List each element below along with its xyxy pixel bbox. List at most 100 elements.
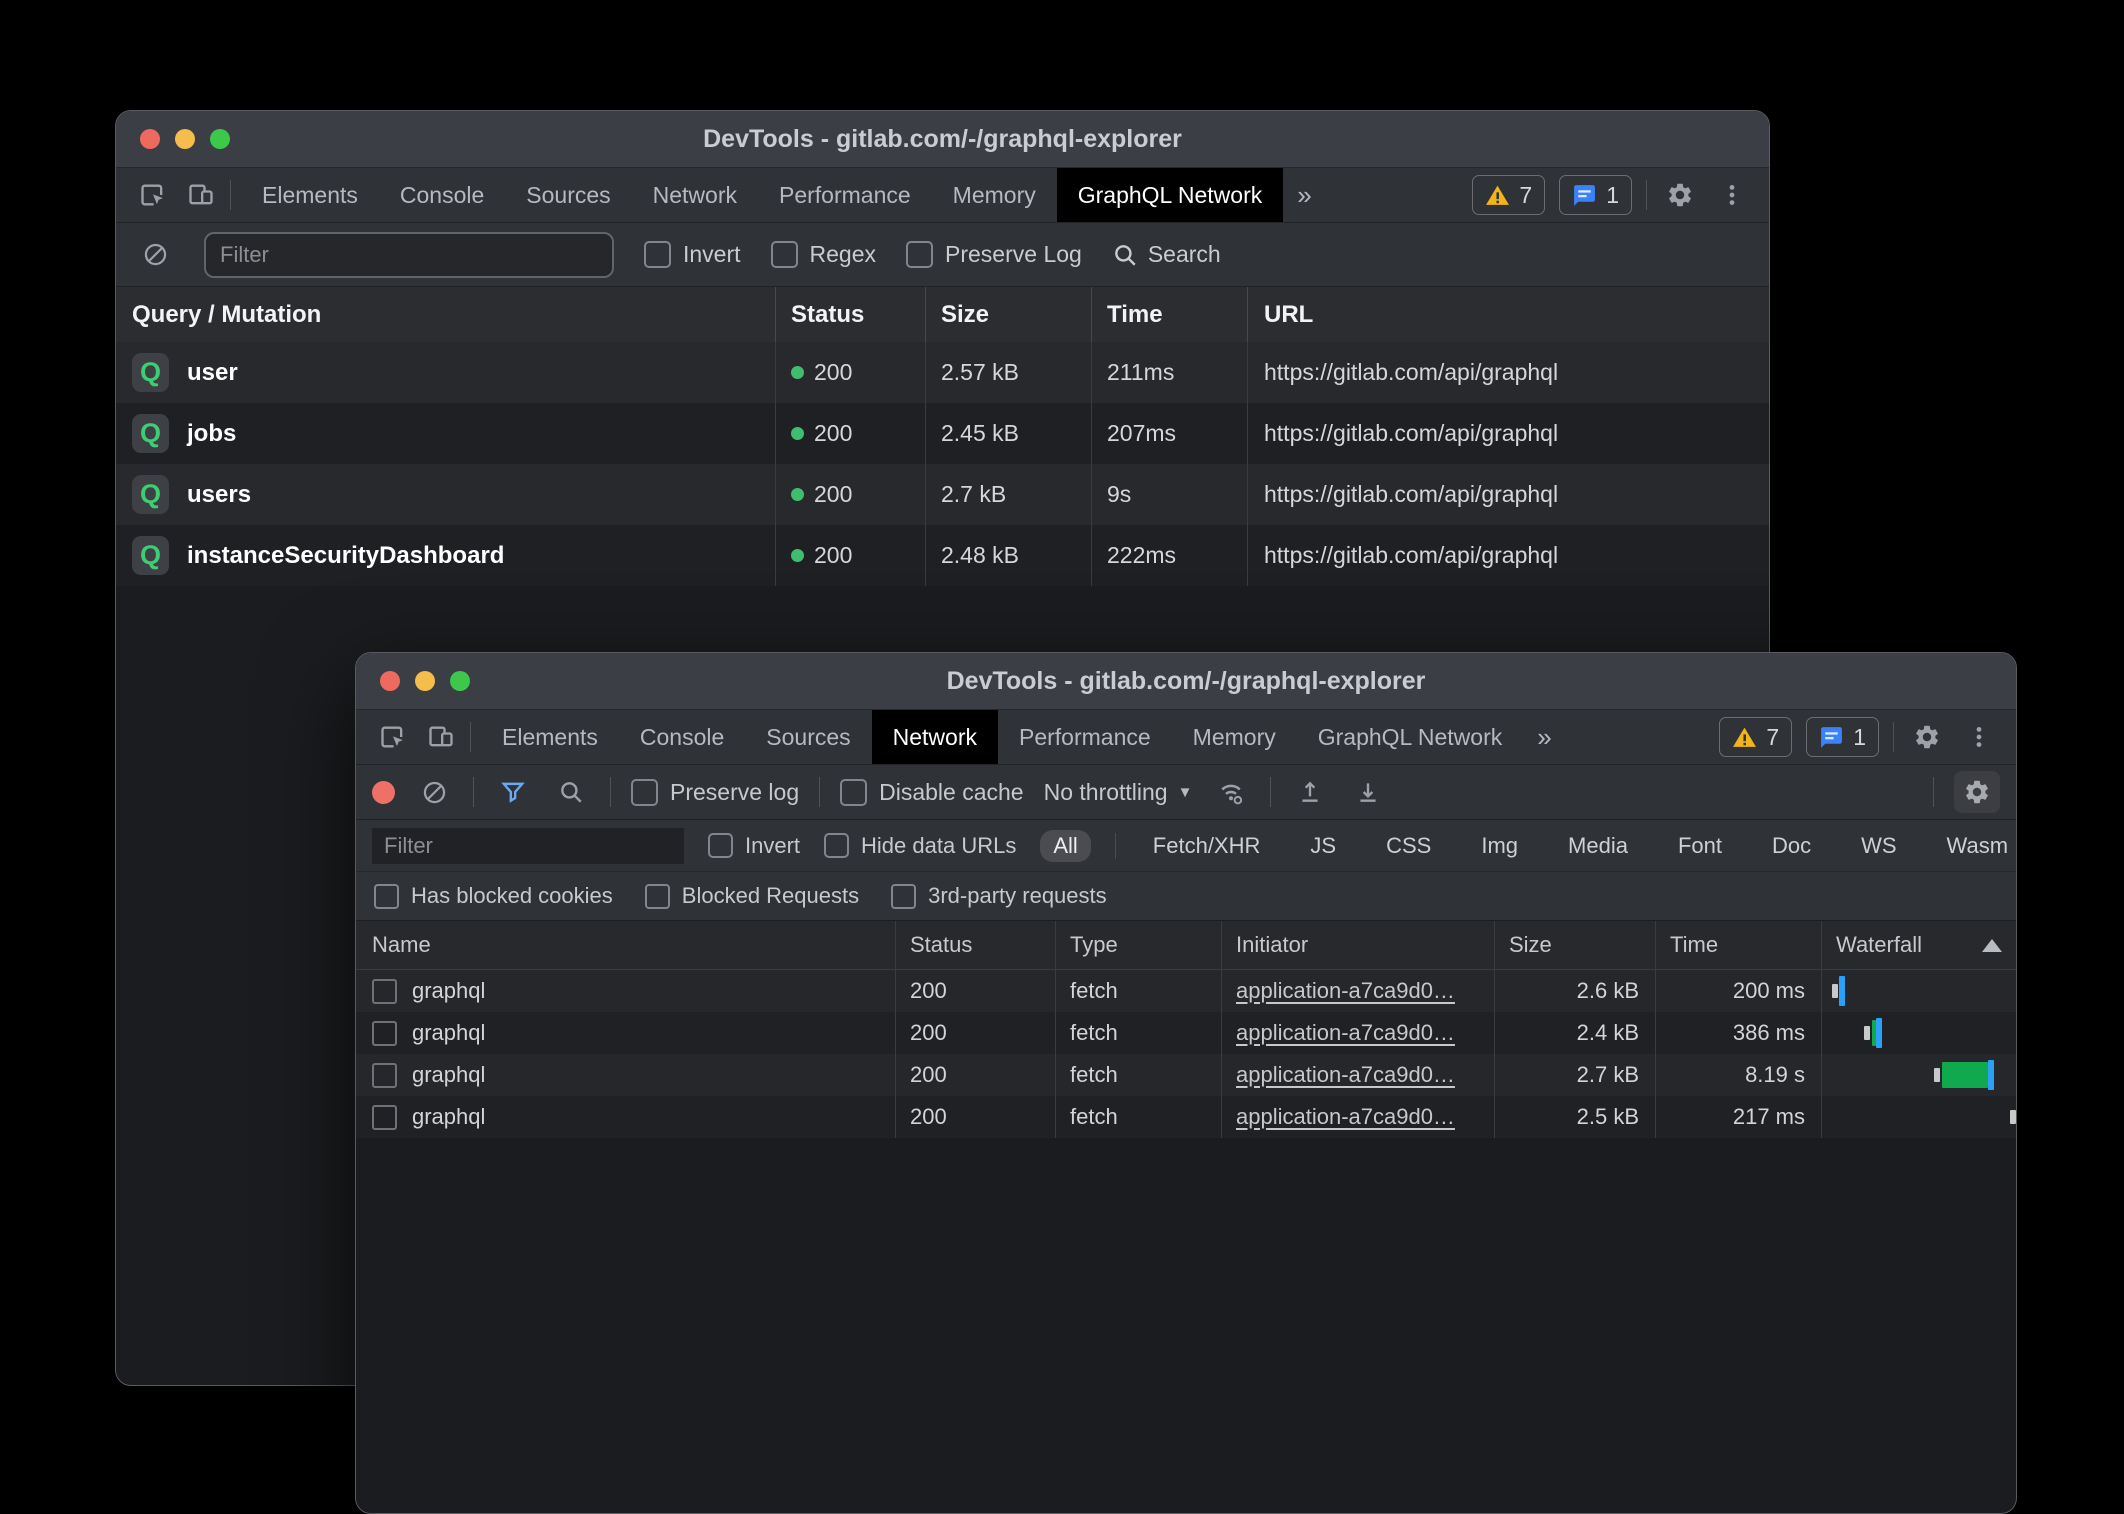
search-icon[interactable]: [552, 773, 590, 811]
tab-performance[interactable]: Performance: [758, 168, 932, 222]
col-size[interactable]: Size: [1495, 921, 1656, 969]
table-row[interactable]: Q jobs 200 2.45 kB 207ms https://gitlab.…: [116, 403, 1769, 464]
col-status[interactable]: Status: [776, 287, 926, 342]
disable-cache-checkbox[interactable]: Disable cache: [840, 779, 1023, 806]
zoom-button[interactable]: [450, 671, 470, 691]
zoom-button[interactable]: [210, 129, 230, 149]
waterfall-cell[interactable]: [1822, 1096, 2016, 1138]
invert-checkbox[interactable]: Invert: [644, 241, 741, 268]
preserve-log-checkbox[interactable]: Preserve Log: [906, 241, 1082, 268]
col-size[interactable]: Size: [926, 287, 1092, 342]
table-row[interactable]: Q user 200 2.57 kB 211ms https://gitlab.…: [116, 342, 1769, 403]
col-query-mutation[interactable]: Query / Mutation: [116, 287, 776, 342]
filter-type-font[interactable]: Font: [1665, 830, 1735, 862]
inspect-element-icon[interactable]: [134, 176, 172, 214]
checkbox[interactable]: [771, 241, 798, 268]
invert-checkbox[interactable]: Invert: [708, 833, 800, 859]
third-party-requests-checkbox[interactable]: 3rd-party requests: [891, 883, 1107, 909]
initiator-link[interactable]: application-a7ca9d0…: [1236, 1104, 1455, 1130]
waterfall-cell[interactable]: [1822, 1054, 2016, 1096]
tab-network[interactable]: Network: [632, 168, 758, 222]
close-button[interactable]: [140, 129, 160, 149]
issues-badge[interactable]: 1: [1559, 175, 1632, 215]
table-row[interactable]: graphql 200 fetch application-a7ca9d0… 2…: [356, 1012, 2016, 1054]
minimize-button[interactable]: [175, 129, 195, 149]
row-checkbox[interactable]: [372, 979, 397, 1004]
checkbox[interactable]: [645, 884, 670, 909]
filter-input[interactable]: [204, 232, 614, 278]
col-initiator[interactable]: Initiator: [1222, 921, 1495, 969]
warnings-badge[interactable]: 7: [1472, 175, 1545, 215]
title-bar[interactable]: DevTools - gitlab.com/-/graphql-explorer: [356, 653, 2016, 710]
clear-icon[interactable]: [415, 773, 453, 811]
row-checkbox[interactable]: [372, 1105, 397, 1130]
col-type[interactable]: Type: [1056, 921, 1222, 969]
col-name[interactable]: Name: [356, 921, 896, 969]
preserve-log-checkbox[interactable]: Preserve log: [631, 779, 799, 806]
col-url[interactable]: URL: [1248, 287, 1769, 342]
export-har-icon[interactable]: [1349, 773, 1387, 811]
device-toolbar-icon[interactable]: [422, 718, 460, 756]
filter-type-wasm[interactable]: Wasm: [1934, 830, 2017, 862]
tab-elements[interactable]: Elements: [481, 710, 619, 764]
tab-memory[interactable]: Memory: [932, 168, 1057, 222]
col-time[interactable]: Time: [1656, 921, 1822, 969]
inspect-element-icon[interactable]: [374, 718, 412, 756]
title-bar[interactable]: DevTools - gitlab.com/-/graphql-explorer: [116, 111, 1769, 168]
tab-sources[interactable]: Sources: [505, 168, 631, 222]
table-row[interactable]: graphql 200 fetch application-a7ca9d0… 2…: [356, 970, 2016, 1012]
filter-input[interactable]: [372, 828, 684, 864]
tab-graphql-network[interactable]: GraphQL Network: [1297, 710, 1524, 764]
settings-gear-icon[interactable]: [1661, 176, 1699, 214]
initiator-link[interactable]: application-a7ca9d0…: [1236, 1020, 1455, 1046]
device-toolbar-icon[interactable]: [182, 176, 220, 214]
checkbox[interactable]: [824, 833, 849, 858]
warnings-badge[interactable]: 7: [1719, 717, 1792, 757]
initiator-link[interactable]: application-a7ca9d0…: [1236, 1062, 1455, 1088]
filter-type-ws[interactable]: WS: [1848, 830, 1909, 862]
tab-elements[interactable]: Elements: [241, 168, 379, 222]
tab-console[interactable]: Console: [619, 710, 745, 764]
checkbox[interactable]: [374, 884, 399, 909]
checkbox[interactable]: [840, 779, 867, 806]
hide-data-urls-checkbox[interactable]: Hide data URLs: [824, 833, 1016, 859]
checkbox[interactable]: [631, 779, 658, 806]
checkbox[interactable]: [708, 833, 733, 858]
table-row[interactable]: Q instanceSecurityDashboard 200 2.48 kB …: [116, 525, 1769, 586]
filter-type-doc[interactable]: Doc: [1759, 830, 1824, 862]
checkbox[interactable]: [891, 884, 916, 909]
col-status[interactable]: Status: [896, 921, 1056, 969]
record-button[interactable]: [372, 781, 395, 804]
table-row[interactable]: graphql 200 fetch application-a7ca9d0… 2…: [356, 1096, 2016, 1138]
tab-performance[interactable]: Performance: [998, 710, 1172, 764]
import-har-icon[interactable]: [1291, 773, 1329, 811]
has-blocked-cookies-checkbox[interactable]: Has blocked cookies: [374, 883, 613, 909]
throttling-dropdown[interactable]: No throttling ▼: [1044, 779, 1193, 806]
checkbox[interactable]: [644, 241, 671, 268]
row-checkbox[interactable]: [372, 1063, 397, 1088]
network-settings-button[interactable]: [1954, 771, 2000, 813]
col-time[interactable]: Time: [1092, 287, 1248, 342]
more-tabs-button[interactable]: »: [1523, 710, 1565, 764]
tab-network[interactable]: Network: [872, 710, 998, 764]
filter-type-all[interactable]: All: [1040, 830, 1090, 862]
waterfall-cell[interactable]: [1822, 970, 2016, 1012]
filter-type-fetch-xhr[interactable]: Fetch/XHR: [1140, 830, 1274, 862]
filter-type-media[interactable]: Media: [1555, 830, 1641, 862]
kebab-menu-icon[interactable]: [1960, 718, 1998, 756]
tab-graphql-network[interactable]: GraphQL Network: [1057, 168, 1284, 222]
blocked-requests-checkbox[interactable]: Blocked Requests: [645, 883, 859, 909]
search-button[interactable]: Search: [1112, 241, 1221, 268]
regex-checkbox[interactable]: Regex: [771, 241, 876, 268]
issues-badge[interactable]: 1: [1806, 717, 1879, 757]
minimize-button[interactable]: [415, 671, 435, 691]
tab-console[interactable]: Console: [379, 168, 505, 222]
table-row[interactable]: graphql 200 fetch application-a7ca9d0… 2…: [356, 1054, 2016, 1096]
settings-gear-icon[interactable]: [1908, 718, 1946, 756]
filter-type-css[interactable]: CSS: [1373, 830, 1444, 862]
table-row[interactable]: Q users 200 2.7 kB 9s https://gitlab.com…: [116, 464, 1769, 525]
more-tabs-button[interactable]: »: [1283, 168, 1325, 222]
initiator-link[interactable]: application-a7ca9d0…: [1236, 978, 1455, 1004]
checkbox[interactable]: [906, 241, 933, 268]
network-conditions-icon[interactable]: [1212, 773, 1250, 811]
